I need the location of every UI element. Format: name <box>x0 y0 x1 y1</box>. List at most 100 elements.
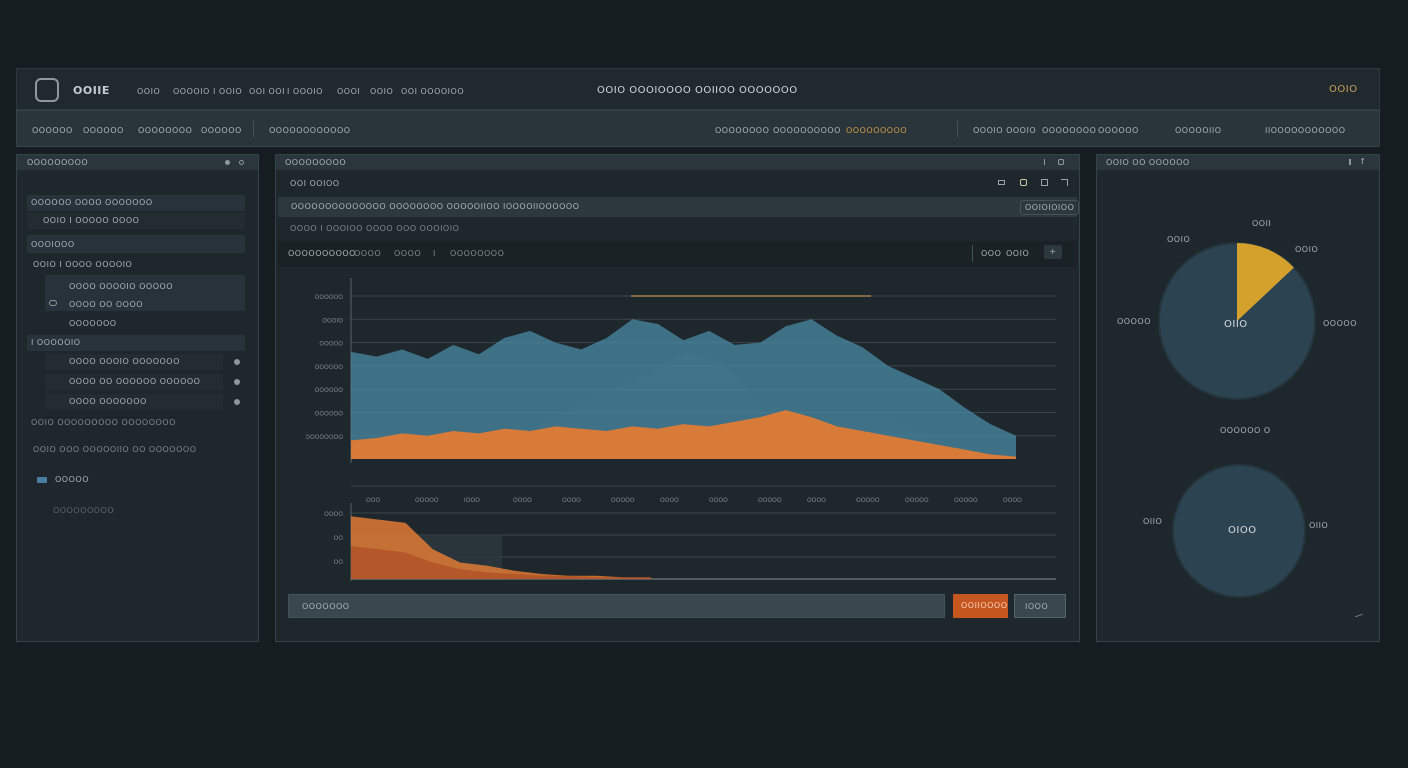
secondary-button[interactable]: IOOO <box>1014 594 1066 618</box>
divider <box>957 121 958 137</box>
top-bar: OOIIE OOIO OOOOIO I OOIO OOI OOI I OOOIO… <box>16 68 1380 110</box>
toolbar: OOOOOO OOOOOO OOOOOOOO OOOOOO OOOOOOOOOO… <box>16 110 1380 147</box>
pie-label: OOII <box>1252 219 1272 228</box>
resize-icon[interactable] <box>1355 613 1363 618</box>
pie-label: OOIO <box>1167 235 1191 244</box>
filter-item[interactable]: OOOOOOOOOO <box>288 249 356 258</box>
x-tick-label: OOOO <box>562 497 581 504</box>
toolbar-item[interactable]: OOOIO OOOIO <box>973 126 1036 135</box>
pie-center-label: OIIO <box>1224 319 1248 330</box>
tab-active[interactable]: OOOOOOOOO <box>846 126 907 135</box>
list-item[interactable]: OOOO OOOIO OOOOOOO <box>45 354 223 370</box>
x-tick-label: OOOOO <box>856 497 880 504</box>
pie-label: OIIO <box>1309 521 1329 530</box>
command-input[interactable]: OOOOOOO <box>288 594 945 618</box>
minimize-icon[interactable] <box>1044 159 1048 165</box>
y-tick-label: OOOOOO <box>315 411 344 418</box>
x-tick-label: OOO <box>366 497 380 504</box>
y-tick-label: OOOOOOOO <box>306 434 343 441</box>
list-item[interactable]: OOOOO <box>55 475 89 484</box>
line-chart: OOOOOOOOOIOOOOOOOOOOOOOOOOOOOOOOOOOOOOOO… <box>306 278 1056 581</box>
filter-item[interactable]: OOOO <box>354 249 381 258</box>
x-tick-label: OOOO <box>807 497 826 504</box>
list-item[interactable]: OOIO OOOOOOOOO OOOOOOOO <box>31 418 176 427</box>
y-tick-label: OOOOO <box>319 341 343 348</box>
right-title: OOIO OO OOOOOO <box>1106 158 1190 167</box>
nav-item[interactable]: OOI OOOOIOO <box>401 87 464 96</box>
toolbar-item[interactable]: OOOOOO <box>1098 126 1139 135</box>
list-item[interactable]: I OOOOOIO <box>27 335 245 351</box>
settings-icon[interactable] <box>1058 159 1064 165</box>
x-tick-label: OOOO <box>709 497 728 504</box>
primary-button[interactable]: OOIIOOOO <box>953 594 1008 618</box>
add-icon[interactable]: + <box>1044 245 1062 259</box>
nav-item[interactable]: OOOOIO <box>173 87 210 96</box>
collapse-icon[interactable] <box>225 160 230 165</box>
filter-item[interactable]: I <box>433 249 436 258</box>
status-dot <box>234 359 240 365</box>
x-tick-label: OOOOO <box>758 497 782 504</box>
toolbar-item[interactable]: OOOOOO <box>32 126 73 135</box>
y-tick-label: OO <box>334 559 344 566</box>
list-item[interactable]: OOOIOOO <box>27 235 245 253</box>
y-tick-label: OOOOOO <box>315 387 344 394</box>
toolbar-item[interactable]: IIOOOOOOOOOOO <box>1265 126 1345 135</box>
list-item[interactable]: OOIO I OOOOO OOOO <box>27 213 245 229</box>
x-tick-label: OOOO <box>513 497 532 504</box>
account-label[interactable]: OOIO <box>1329 84 1358 95</box>
list-item[interactable]: OOOO OOOOIO OOOOO <box>69 282 173 291</box>
info-text: OOOO I OOOIOO OOOO OOO OOOIOIO <box>290 224 460 233</box>
nav-item[interactable]: I OOOIO <box>287 87 323 96</box>
close-icon[interactable] <box>239 160 244 165</box>
copy-icon[interactable] <box>1020 179 1027 186</box>
list-item[interactable]: OOOOOOO <box>69 319 117 328</box>
filter-item[interactable]: OOOO <box>394 249 421 258</box>
nav-item[interactable]: OOIO <box>137 87 160 96</box>
filter-bar: OOOOOOOOOO OOOO OOOO I OOOOOOOO OOO OOIO… <box>278 241 1077 267</box>
list-item[interactable]: OOOO OOOOOOO <box>45 394 223 410</box>
range-selector[interactable]: OOO OOIO <box>972 245 1032 262</box>
y-tick-label: OOOIO <box>322 317 343 324</box>
y-tick-label: OOOO <box>324 511 343 518</box>
x-tick-label: OOOOO <box>954 497 978 504</box>
search-field[interactable]: OOOOOOOOOOOO <box>269 126 351 135</box>
nav-item[interactable]: OOOI <box>337 87 360 96</box>
nav-item[interactable]: OOIO <box>370 87 393 96</box>
toolbar-item[interactable]: OOOOOO <box>201 126 242 135</box>
list-item[interactable]: OOOO OO OOOO <box>69 300 143 309</box>
list-item[interactable]: OOIO I OOOO OOOOIO <box>33 260 132 269</box>
toolbar-item[interactable]: OOOOOOOO <box>1042 126 1096 135</box>
sidebar: OOOOOOOOO OOOOOO OOOO OOOOOOO OOIO I OOO… <box>16 154 259 642</box>
sidebar-header: OOOOOOOOO <box>17 155 258 170</box>
list-item[interactable]: OOIO OOO OOOOOIIO OO OOOOOOO <box>33 445 196 454</box>
sidebar-title: OOOOOOOOO <box>27 158 89 167</box>
list-item[interactable]: OOOOOOOOO <box>53 506 114 515</box>
toolbar-item[interactable]: OOOOOOOOOO <box>773 126 841 135</box>
filter-item[interactable]: OOOOOOOO <box>450 249 504 258</box>
x-tick-label: OOOO <box>1003 497 1022 504</box>
status-dot <box>234 379 240 385</box>
list-item[interactable]: OOOOOO OOOO OOOOOOO <box>27 195 245 211</box>
status-dot <box>234 399 240 405</box>
toolbar-item[interactable]: OOOOOO <box>83 126 124 135</box>
toolbar-item[interactable]: OOOOOOOO <box>715 126 769 135</box>
nav-item[interactable]: OOI OOI <box>249 87 285 96</box>
page-title: OOIO OOOIOOOO OOIIOO OOOOOOO <box>597 85 798 96</box>
nav-item[interactable]: I OOIO <box>213 87 242 96</box>
pie-center-label: OIOO <box>1228 525 1257 536</box>
edit-icon[interactable] <box>998 180 1005 185</box>
share-icon[interactable] <box>1041 179 1048 186</box>
status-badge: OOIOIOIOO <box>1020 200 1080 215</box>
folder-icon <box>37 477 47 483</box>
menu-icon[interactable] <box>1349 159 1351 165</box>
list-item[interactable]: OOOO OO OOOOOO OOOOOO <box>45 374 223 390</box>
info-icon[interactable]: f <box>1361 157 1364 166</box>
main-subtitle: OOI OOIOO <box>290 179 340 188</box>
expand-icon[interactable] <box>1061 179 1068 186</box>
toolbar-item[interactable]: OOOOOOOO <box>138 126 192 135</box>
main-header: OOOOOOOOO <box>276 155 1079 170</box>
toolbar-item[interactable]: OOOOOIIO <box>1175 126 1222 135</box>
logo-icon[interactable] <box>35 78 59 102</box>
radio-icon[interactable] <box>49 300 57 306</box>
group-box: OOOO OOOOIO OOOOO OOOO OO OOOO <box>45 275 245 311</box>
